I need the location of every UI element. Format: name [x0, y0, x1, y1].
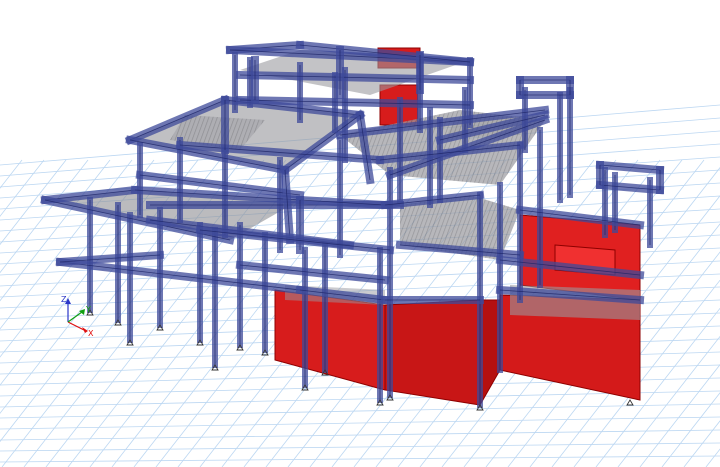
structural-3d-view[interactable]: Z X Y [0, 0, 720, 467]
pin-support [626, 399, 634, 406]
grid-line [0, 455, 720, 463]
model-viewport[interactable]: Z X Y [0, 0, 720, 467]
axis-y-label: Y [85, 305, 91, 314]
grid-line [0, 416, 720, 430]
axis-x-label: X [88, 329, 94, 338]
grid-line [0, 403, 720, 419]
axis-z-label: Z [61, 295, 67, 304]
grid-line [0, 159, 23, 189]
